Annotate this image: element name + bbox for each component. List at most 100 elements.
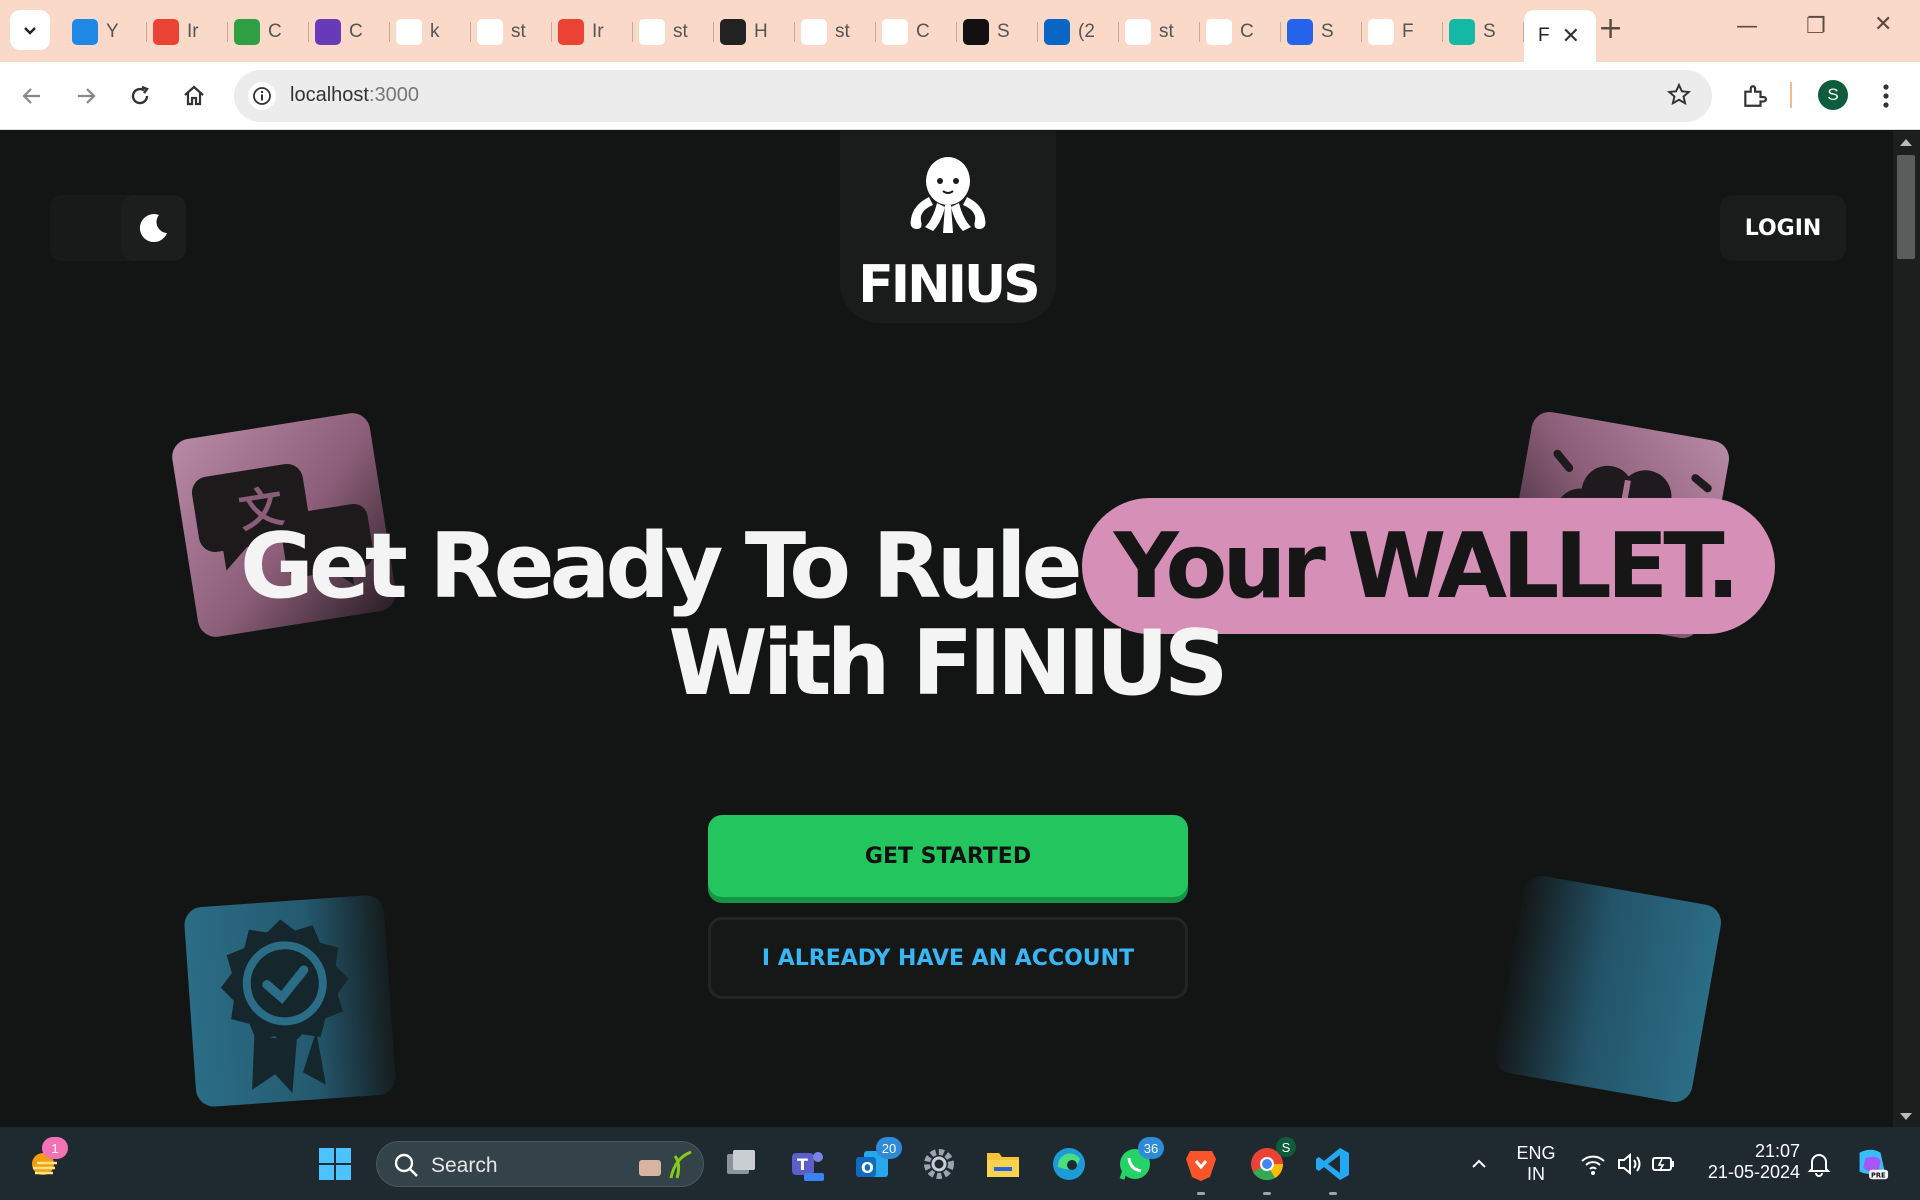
scroll-up-icon[interactable] [1900, 139, 1912, 146]
browser-tab[interactable]: C [1200, 10, 1281, 54]
url-text[interactable]: localhost:3000 [290, 84, 419, 107]
reload-icon[interactable] [126, 82, 154, 110]
badge-card-decoration [183, 894, 397, 1108]
active-tab[interactable]: F ✕ [1524, 10, 1596, 62]
browser-tab[interactable]: S [1281, 10, 1362, 54]
browser-tab[interactable]: C [228, 10, 309, 54]
scroll-down-icon[interactable] [1900, 1113, 1912, 1120]
battery-icon[interactable] [1644, 1145, 1682, 1183]
search-label: Search [431, 1154, 498, 1177]
browser-tab[interactable]: H [714, 10, 795, 54]
theme-toggle-button[interactable] [122, 195, 186, 261]
forward-icon[interactable] [72, 82, 100, 110]
minimize-icon[interactable]: — [1736, 14, 1758, 39]
award-badge-icon [220, 919, 349, 1094]
running-indicator [1329, 1192, 1337, 1195]
browser-tab[interactable]: Y [66, 10, 147, 54]
openai-icon [882, 19, 908, 45]
browser-tab[interactable]: C [309, 10, 390, 54]
login-button[interactable]: LOGIN [1720, 195, 1846, 261]
tab-label: C [1240, 21, 1254, 42]
browser-tab[interactable]: st [795, 10, 876, 54]
browser-tab[interactable]: st [471, 10, 552, 54]
existing-account-button[interactable]: I ALREADY HAVE AN ACCOUNT [708, 917, 1188, 999]
back-icon[interactable] [18, 82, 46, 110]
toolbar-divider [1790, 82, 1792, 108]
clock[interactable]: 21:07 21-05-2024 [1690, 1141, 1800, 1183]
close-window-icon[interactable]: ✕ [1874, 12, 1892, 37]
logo-wordmark: FINIUS [858, 255, 1040, 315]
running-indicator [1263, 1192, 1271, 1195]
browser-tab[interactable]: k [390, 10, 471, 54]
brave-browser-icon[interactable] [1182, 1145, 1220, 1195]
taskbar: 1 Search T O 20 36 S ENG IN 21:07 21-05-… [0, 1127, 1920, 1200]
get-started-button[interactable]: GET STARTED [708, 815, 1188, 897]
logo-header[interactable]: FINIUS [840, 131, 1056, 323]
tab-label: S [1483, 21, 1496, 42]
tab-label: st [835, 21, 850, 42]
github-icon [477, 19, 503, 45]
wifi-icon[interactable] [1574, 1145, 1612, 1183]
new-tab-button[interactable]: + [1598, 14, 1623, 44]
show-hidden-icons-chevron-icon[interactable] [1460, 1145, 1498, 1183]
bookmark-star-icon[interactable] [1666, 82, 1692, 113]
profile-avatar[interactable]: S [1818, 80, 1848, 110]
page-scrollbar[interactable] [1893, 131, 1920, 1127]
browser-tab[interactable]: st [633, 10, 714, 54]
teams-icon[interactable]: T [788, 1145, 826, 1183]
browser-tab[interactable]: S [1443, 10, 1524, 54]
address-bar[interactable]: localhost:3000 [234, 70, 1712, 122]
browser-tab[interactable]: Ir [552, 10, 633, 54]
url-port: :3000 [368, 84, 419, 106]
search-highlight-icon [639, 1150, 692, 1179]
search-icon [394, 1153, 418, 1177]
restore-icon[interactable]: ❐ [1806, 14, 1826, 39]
home-icon[interactable] [180, 82, 208, 110]
dark-app-icon [720, 19, 746, 45]
v-logo-icon [1449, 19, 1475, 45]
volume-icon[interactable] [1610, 1145, 1648, 1183]
quill-icon [1125, 19, 1151, 45]
language-indicator[interactable]: ENG IN [1514, 1143, 1558, 1185]
whatsapp-icon[interactable]: 36 [1116, 1137, 1164, 1183]
tab-label: k [430, 21, 440, 42]
gmail-icon [153, 19, 179, 45]
chrome-icon[interactable]: S [1248, 1137, 1296, 1195]
browser-tab[interactable]: F [1362, 10, 1443, 54]
settings-gear-icon[interactable] [920, 1145, 958, 1183]
tab-label: S [997, 21, 1010, 42]
weather-widget-icon[interactable]: 1 [26, 1137, 68, 1183]
edge-browser-icon[interactable] [1050, 1145, 1088, 1183]
browser-tab[interactable]: Ir [147, 10, 228, 54]
task-view-icon[interactable] [722, 1145, 760, 1183]
file-explorer-icon[interactable] [984, 1145, 1022, 1183]
tab-search-button[interactable] [10, 10, 50, 50]
start-button[interactable] [316, 1145, 354, 1183]
linkedin-icon [1044, 19, 1070, 45]
chevron-down-icon [24, 27, 36, 35]
browser-tab[interactable]: st [1119, 10, 1200, 54]
menu-kebab-icon[interactable] [1872, 82, 1900, 110]
outlook-icon[interactable]: O 20 [854, 1137, 902, 1183]
close-tab-icon[interactable]: ✕ [1562, 24, 1580, 49]
notification-bell-icon[interactable] [1800, 1145, 1838, 1183]
github-icon [801, 19, 827, 45]
browser-tab[interactable]: C [876, 10, 957, 54]
whatsapp-badge: 36 [1138, 1137, 1164, 1159]
blue-logo-icon [1287, 19, 1313, 45]
outlook-badge: 20 [876, 1137, 902, 1159]
list-icon [315, 19, 341, 45]
site-info-icon[interactable] [248, 82, 276, 110]
tab-list: Y Ir C Ck st Ir st Hst C S (2 st C S F S F ✕ [66, 10, 1596, 62]
scroll-thumb[interactable] [1897, 155, 1915, 259]
github-icon [639, 19, 665, 45]
browser-tab[interactable]: S [957, 10, 1038, 54]
copilot-icon[interactable]: PRE [1852, 1145, 1890, 1183]
vscode-icon[interactable] [1314, 1145, 1352, 1195]
extensions-icon[interactable] [1740, 82, 1768, 110]
browser-tab[interactable]: (2 [1038, 10, 1119, 54]
moon-icon [139, 214, 167, 243]
taskbar-search[interactable]: Search [376, 1141, 704, 1187]
clock-date: 21-05-2024 [1707, 1162, 1800, 1182]
clock-time: 21:07 [1754, 1141, 1800, 1161]
